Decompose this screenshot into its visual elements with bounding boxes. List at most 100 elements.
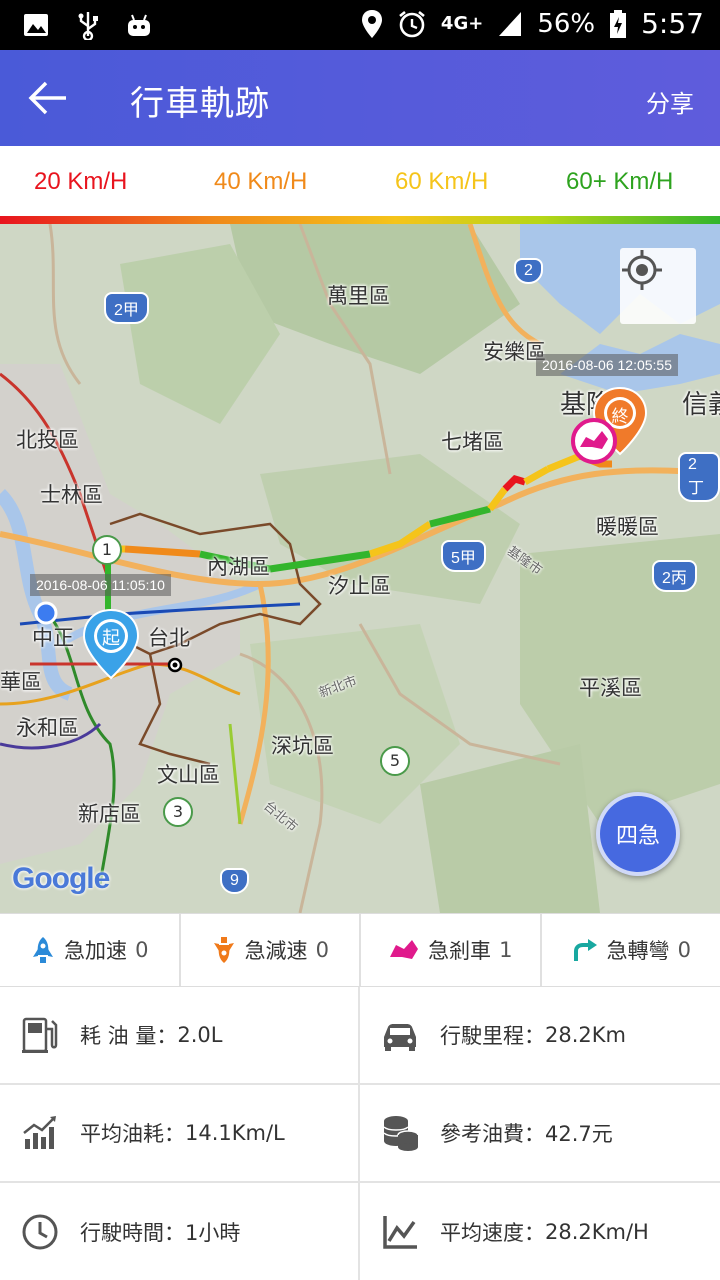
hard-brake-marker-icon[interactable]	[570, 417, 618, 465]
page-title: 行車軌跡	[130, 84, 270, 124]
map-label-yonghe: 永和區	[16, 716, 79, 740]
stat-value: 42.7元	[545, 1122, 613, 1146]
route-marker-3-label: 3	[172, 802, 184, 821]
map-label-shenkeng: 深坑區	[271, 734, 334, 758]
app-bar: 行車軌跡 分享	[0, 50, 720, 146]
stat-avg-speed: 平均速度： 28.2Km/H	[360, 1183, 720, 1280]
fuel-pump-icon	[22, 1017, 58, 1053]
google-logo-text: Google	[12, 862, 110, 895]
end-timestamp: 2016-08-06 12:05:55	[536, 354, 678, 376]
map-label-pingxi: 平溪區	[579, 676, 642, 700]
car-crash-icon	[390, 940, 419, 959]
android-icon	[128, 14, 150, 36]
speed-legend-40: 40 Km/H	[214, 168, 308, 195]
route-shield-5jia: 5甲	[441, 540, 486, 572]
battery-percent: 56%	[537, 8, 596, 39]
stat-fuel: 耗 油 量： 2.0L	[0, 987, 360, 1085]
event-hard-braking[interactable]: 急剎車 1	[361, 914, 542, 986]
trip-stats: 耗 油 量： 2.0L 行駛里程： 28.2Km 平均油耗： 14.1Km/L	[0, 987, 720, 1280]
network-type: 4G+	[440, 13, 484, 34]
start-marker[interactable]: 起	[82, 608, 140, 680]
car-icon	[384, 1024, 416, 1051]
route-marker-5: 5	[380, 746, 410, 776]
route-shield-2: 2	[514, 258, 543, 284]
crosshair-icon	[622, 250, 662, 290]
map-view[interactable]: 1 3 5 2 2甲 2丁 5甲 2丙 9 萬里區 安樂區 基隆市 信義 北投區…	[0, 224, 720, 913]
stat-label: 行駛里程：	[440, 1024, 545, 1048]
location-icon	[361, 9, 382, 38]
route-marker-3: 3	[163, 797, 193, 827]
map-label-wanli: 萬里區	[327, 284, 390, 308]
stat-value: 1小時	[185, 1221, 241, 1245]
map-label-zhongzheng: 中正	[32, 626, 74, 650]
speed-gradient-bar	[0, 216, 720, 224]
event-sharp-turn[interactable]: 急轉彎 0	[542, 914, 720, 986]
share-button[interactable]: 分享	[646, 84, 694, 119]
event-label: 急減速	[244, 939, 308, 963]
map-label-xizhi: 汐止區	[328, 574, 391, 598]
stat-value: 14.1Km/L	[185, 1121, 285, 1145]
event-hard-deceleration[interactable]: 急減速 0	[181, 914, 361, 986]
stat-label: 平均速度：	[440, 1221, 545, 1245]
alarm-icon	[399, 10, 425, 37]
stat-driving-time: 行駛時間： 1小時	[0, 1183, 360, 1280]
signal-icon	[499, 11, 522, 36]
map-label-taipei: 台北	[148, 626, 190, 650]
event-count: 0	[677, 938, 691, 962]
event-label: 急加速	[64, 939, 128, 963]
clock: 5:57	[641, 7, 704, 40]
map-label-neihu: 內湖區	[207, 555, 270, 579]
map-label-wanhua: 華區	[0, 670, 42, 694]
speed-legend-60: 60 Km/H	[395, 168, 489, 195]
coins-icon	[383, 1116, 419, 1151]
event-hard-acceleration[interactable]: 急加速 0	[0, 914, 181, 986]
stat-cost: 參考油費： 42.7元	[360, 1085, 720, 1183]
map-label-shilin: 士林區	[40, 483, 103, 507]
route-shield-9: 9	[220, 868, 249, 894]
route-marker-1-label: 1	[101, 540, 113, 559]
turn-icon	[573, 939, 597, 961]
map-label-qidu: 七堵區	[441, 430, 504, 454]
start-marker-label: 起	[102, 628, 120, 649]
event-count: 0	[135, 938, 149, 962]
stat-label: 參考油費：	[440, 1122, 545, 1146]
events-row: 急加速 0 急減速 0 急剎車 1 急轉彎 0	[0, 913, 720, 987]
speed-legend: 20 Km/H 40 Km/H 60 Km/H 60+ Km/H	[0, 146, 720, 216]
line-chart-icon	[383, 1216, 417, 1249]
map-label-beitou: 北投區	[16, 428, 79, 452]
stat-label: 耗 油 量：	[80, 1024, 178, 1048]
map-label-wenshan: 文山區	[157, 763, 220, 787]
route-shield-2ding: 2丁	[678, 452, 720, 502]
usb-icon	[78, 12, 98, 40]
start-timestamp: 2016-08-06 11:05:10	[30, 574, 171, 596]
clock-icon	[22, 1214, 58, 1250]
stat-value: 2.0L	[177, 1023, 223, 1047]
back-arrow-icon[interactable]	[26, 78, 70, 118]
event-count: 0	[315, 938, 329, 962]
route-shield-2bing: 2丙	[652, 560, 697, 592]
event-label: 急剎車	[428, 939, 492, 963]
image-icon	[24, 14, 48, 36]
stat-value: 28.2Km/H	[545, 1220, 649, 1244]
stat-label: 平均油耗：	[80, 1122, 185, 1146]
brake-icon	[213, 937, 234, 963]
route-marker-1: 1	[92, 535, 122, 565]
event-count: 1	[499, 938, 513, 962]
google-logo: Google	[12, 862, 110, 896]
stat-label: 行駛時間：	[80, 1221, 185, 1245]
stat-avg-consumption: 平均油耗： 14.1Km/L	[0, 1085, 360, 1183]
map-label-xindian: 新店區	[78, 802, 141, 826]
speed-legend-20: 20 Km/H	[34, 168, 128, 195]
route-marker-5-label: 5	[389, 751, 401, 770]
four-events-button[interactable]: 四急	[596, 792, 680, 876]
map-label-nuannuan: 暖暖區	[596, 515, 659, 539]
speed-legend-60-plus: 60+ Km/H	[566, 168, 674, 195]
event-label: 急轉彎	[606, 939, 670, 963]
map-label-xinyi: 信義	[682, 390, 720, 420]
status-bar: 4G+ 56% 5:57	[0, 0, 720, 50]
battery-icon	[610, 9, 627, 38]
stat-value: 28.2Km	[545, 1023, 626, 1047]
my-location-button[interactable]	[620, 248, 696, 324]
bar-chart-trend-icon	[23, 1116, 56, 1149]
rocket-icon	[33, 937, 54, 963]
